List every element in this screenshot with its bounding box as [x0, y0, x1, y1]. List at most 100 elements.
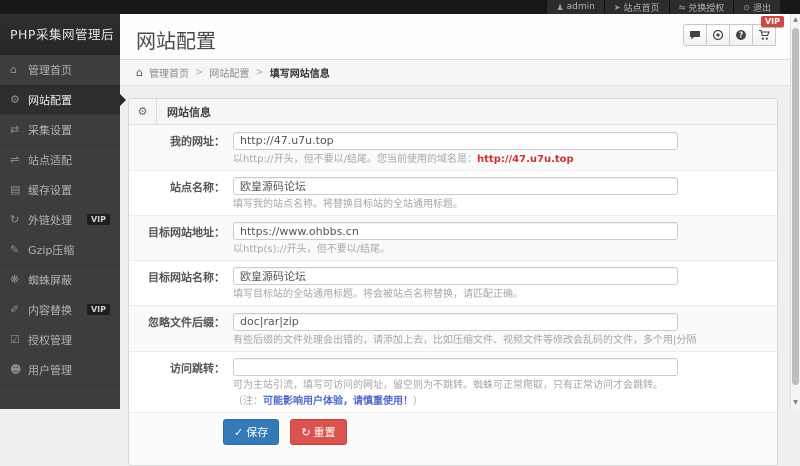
sidebar-item-label: 蜘蛛屏蔽: [28, 272, 72, 288]
scroll-up-icon[interactable]: ▲: [791, 14, 800, 26]
topnav-exchange-auth[interactable]: ⇋ 兑换授权: [669, 0, 734, 14]
arrow-icon: ➤: [614, 3, 621, 12]
topnav-admin-label: admin: [567, 2, 595, 12]
sidebar-item-label: 网站配置: [28, 92, 72, 108]
cart-icon: [758, 29, 770, 41]
note-highlight: 可能影响用户体验，请慎重使用！: [263, 396, 413, 407]
help-icon: ?: [735, 29, 747, 41]
sidebar-item-site-config[interactable]: ⚙ 网站配置: [0, 85, 120, 115]
cache-icon: ▤: [10, 183, 28, 196]
sidebar-item-label: 采集设置: [28, 122, 72, 138]
form-row-target-name: 目标网站名称： 填写目标站的全站通用标题。将会被站点名称替换，请匹配正确。: [129, 261, 777, 306]
comment-button[interactable]: [683, 24, 707, 46]
ignore-ext-input[interactable]: [233, 313, 678, 331]
field-label: 我的网址：: [129, 129, 225, 166]
breadcrumb-home[interactable]: 管理首页: [149, 65, 189, 80]
cart-icon: ⇋: [679, 3, 686, 12]
check-icon: ☑: [10, 333, 28, 346]
spider-icon: ❋: [10, 273, 28, 286]
sidebar-item-label: 授权管理: [28, 332, 72, 348]
header-vip-badge: VIP: [761, 16, 784, 27]
field-note: （注：可能影响用户体验，请慎重使用！）: [233, 395, 678, 408]
header-actions: ? VIP: [684, 24, 776, 46]
cart-button[interactable]: [752, 24, 776, 46]
topnav-admin[interactable]: ♟ admin: [546, 0, 603, 14]
user-icon: ♟: [556, 3, 563, 12]
check-icon: ✓: [234, 426, 243, 439]
scroll-down-icon[interactable]: ▼: [791, 397, 800, 409]
shuffle-icon: ⇌: [10, 153, 28, 166]
field-label: 目标网站名称：: [129, 265, 225, 301]
site-info-panel: ⚙ 网站信息 我的网址： 以http://开头，但不要以/结尾。您当前使用的域名…: [128, 98, 778, 466]
form-row-target-url: 目标网站地址： 以http(s)://开头，但不要以/结尾。: [129, 216, 777, 262]
main-content: 网站配置 ?: [120, 14, 800, 409]
my-url-input[interactable]: [233, 132, 678, 150]
hint-highlight-url: http://47.u7u.top: [477, 154, 574, 165]
field-label: 站点名称：: [129, 175, 225, 211]
site-name-input[interactable]: [233, 177, 678, 195]
field-hint: 填写目标站的全站通用标题。将会被站点名称替换，请匹配正确。: [233, 288, 678, 301]
topnav-site-home[interactable]: ➤ 站点首页: [604, 0, 669, 14]
sidebar-item-auth-manage[interactable]: ☑ 授权管理: [0, 325, 120, 355]
reset-button[interactable]: ↻ 重置: [290, 419, 346, 445]
sidebar-item-dashboard[interactable]: ⌂ 管理首页: [0, 55, 120, 85]
edit-icon: ✐: [10, 303, 28, 316]
redirect-input[interactable]: [233, 358, 678, 376]
sidebar-item-content-replace[interactable]: ✐ 内容替换 VIP: [0, 295, 120, 325]
scrollbar-thumb[interactable]: [792, 28, 799, 385]
refresh-icon: ↻: [10, 213, 28, 226]
circled-dot-icon: [712, 29, 724, 41]
topnav-exchange-auth-label: 兑换授权: [688, 1, 724, 14]
sidebar-item-cache-settings[interactable]: ▤ 缓存设置: [0, 175, 120, 205]
reset-icon: ↻: [301, 426, 310, 439]
sidebar-item-label: 内容替换: [28, 302, 72, 318]
power-icon: ⊙: [743, 3, 750, 12]
sidebar-item-user-manage[interactable]: ☻ 用户管理: [0, 355, 120, 385]
sidebar-item-collect-settings[interactable]: ⇄ 采集设置: [0, 115, 120, 145]
sidebar-item-gzip[interactable]: ✎ Gzip压缩: [0, 235, 120, 265]
sidebar-item-label: 外链处理: [28, 212, 72, 228]
field-hint: 可为主站引流，填写可访问的网址，留空则为不跳转。蜘蛛可正常爬取，只有正常访问才会…: [233, 379, 678, 392]
sidebar-item-spider-block[interactable]: ❋ 蜘蛛屏蔽: [0, 265, 120, 295]
app-logo: PHP采集网管理后台: [0, 14, 120, 55]
target-url-input[interactable]: [233, 222, 678, 240]
sidebar-item-label: 站点适配: [28, 152, 72, 168]
save-button[interactable]: ✓ 保存: [223, 419, 279, 445]
help-button[interactable]: ?: [729, 24, 753, 46]
topnav-logout[interactable]: ⊙ 退出: [733, 0, 780, 14]
sidebar-item-external-links[interactable]: ↻ 外链处理 VIP: [0, 205, 120, 235]
top-nav: ♟ admin ➤ 站点首页 ⇋ 兑换授权 ⊙ 退出: [546, 0, 780, 14]
topnav-logout-label: 退出: [753, 1, 771, 14]
person-icon: ☻: [10, 363, 28, 376]
sidebar-item-label: Gzip压缩: [28, 242, 74, 258]
comment-icon: [689, 29, 701, 41]
panel-footer: ✓ 保存 ↻ 重置: [129, 413, 777, 465]
sidebar-item-label: 用户管理: [28, 362, 72, 378]
target-name-input[interactable]: [233, 267, 678, 285]
field-hint: 以http://开头，但不要以/结尾。您当前使用的域名是：http://47.u…: [233, 153, 678, 166]
home-icon: ⌂: [10, 63, 28, 76]
panel-title: 网站信息: [157, 104, 211, 120]
sidebar: ⌂ 管理首页 ⚙ 网站配置 ⇄ 采集设置 ⇌ 站点适配 ▤ 缓存设置 ↻ 外链处…: [0, 55, 120, 409]
sidebar-item-site-adapt[interactable]: ⇌ 站点适配: [0, 145, 120, 175]
breadcrumb-parent[interactable]: 网站配置: [209, 65, 249, 80]
reset-button-label: 重置: [314, 424, 336, 440]
field-hint: 填写我的站点名称。将替换目标站的全站通用标题。: [233, 198, 678, 211]
field-hint: 以http(s)://开头，但不要以/结尾。: [233, 243, 678, 256]
svg-text:?: ?: [739, 31, 743, 40]
form-row-ignore-ext: 忽略文件后缀： 有些后缀的文件处理会出错的，请添加上去，比如压缩文件、视频文件等…: [129, 306, 777, 352]
page-header: 网站配置 ?: [120, 14, 800, 60]
home-icon: ⌂: [136, 66, 143, 79]
field-label: 目标网站地址：: [129, 220, 225, 257]
record-button[interactable]: [706, 24, 730, 46]
field-label: 访问跳转：: [129, 356, 225, 409]
save-button-label: 保存: [246, 424, 268, 440]
form-row-site-name: 站点名称： 填写我的站点名称。将替换目标站的全站通用标题。: [129, 171, 777, 216]
form-row-redirect: 访问跳转： 可为主站引流，填写可访问的网址，留空则为不跳转。蜘蛛可正常爬取，只有…: [129, 352, 777, 414]
field-label: 忽略文件后缀：: [129, 310, 225, 347]
gear-icon: ⚙: [129, 99, 157, 125]
vertical-scrollbar[interactable]: ▲ ▼: [790, 14, 800, 409]
form-row-my-url: 我的网址： 以http://开头，但不要以/结尾。您当前使用的域名是：http:…: [129, 125, 777, 171]
pencil-icon: ✎: [10, 243, 28, 256]
top-bar: ♟ admin ➤ 站点首页 ⇋ 兑换授权 ⊙ 退出: [0, 0, 800, 14]
